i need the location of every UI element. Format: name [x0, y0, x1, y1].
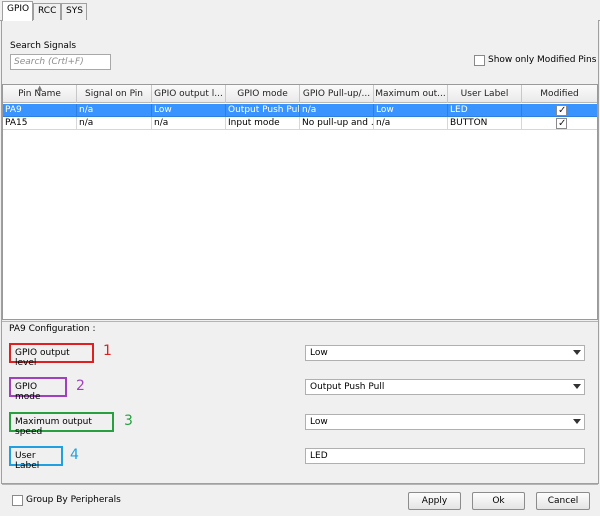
cell-signal: n/a	[77, 104, 152, 117]
dropdown-arrow-icon	[573, 419, 581, 424]
gpio-output-level-select[interactable]: Low	[305, 345, 585, 361]
cell-pull: n/a	[300, 104, 374, 117]
col-gpio-output-level[interactable]: GPIO output l...	[152, 85, 226, 103]
gpio-mode-label: GPIO mode	[9, 377, 67, 402]
cell-speed: n/a	[374, 117, 448, 130]
modified-checkbox[interactable]	[556, 117, 567, 129]
show-modified-label: Show only Modified Pins	[488, 55, 597, 65]
search-label: Search Signals	[10, 41, 77, 51]
show-modified-checkbox[interactable]	[474, 55, 485, 66]
cell-signal: n/a	[77, 117, 152, 130]
table-row[interactable]: PA9 n/a Low Output Push Pull n/a Low LED	[3, 104, 597, 117]
cell-modified	[522, 104, 597, 117]
cell-pin: PA9	[3, 104, 77, 117]
annotation-number-4: 4	[70, 447, 79, 463]
col-gpio-pull[interactable]: GPIO Pull-up/...	[300, 85, 374, 103]
search-input[interactable]: Search (Crtl+F)	[10, 54, 111, 70]
col-max-output-speed[interactable]: Maximum out...	[374, 85, 448, 103]
annotation-number-2: 2	[76, 378, 85, 394]
col-gpio-mode[interactable]: GPIO mode	[226, 85, 300, 103]
config-title: PA9 Configuration :	[9, 324, 96, 334]
tab-rcc[interactable]: RCC	[33, 3, 61, 20]
cell-output-level: Low	[152, 104, 226, 117]
ok-button[interactable]: Ok	[472, 492, 525, 510]
tab-label: RCC	[38, 6, 57, 16]
user-label-input[interactable]: LED	[305, 448, 585, 464]
cancel-button[interactable]: Cancel	[536, 492, 590, 510]
modified-checkbox[interactable]	[556, 104, 567, 116]
cell-pull: No pull-up and ...	[300, 117, 374, 130]
tab-label: SYS	[66, 6, 83, 16]
cell-modified	[522, 117, 597, 130]
signals-table[interactable]: Pin Name Signal on Pin GPIO output l... …	[2, 84, 598, 320]
table-row[interactable]: PA15 n/a n/a Input mode No pull-up and .…	[3, 117, 597, 130]
gpio-mode-select[interactable]: Output Push Pull	[305, 379, 585, 395]
cell-speed: Low	[374, 104, 448, 117]
footer-divider	[2, 484, 598, 485]
dropdown-arrow-icon	[573, 350, 581, 355]
max-output-speed-label: Maximum output speed	[9, 412, 114, 437]
col-user-label[interactable]: User Label	[448, 85, 522, 103]
annotation-number-1: 1	[103, 343, 112, 359]
tab-gpio[interactable]: GPIO	[2, 1, 33, 21]
col-modified[interactable]: Modified	[522, 85, 597, 103]
cell-mode: Output Push Pull	[226, 104, 300, 117]
tab-sys[interactable]: SYS	[61, 3, 87, 20]
cell-pin: PA15	[3, 117, 77, 130]
col-signal-on-pin[interactable]: Signal on Pin	[77, 85, 152, 103]
cell-output-level: n/a	[152, 117, 226, 130]
group-by-peripherals-label: Group By Peripherals	[26, 495, 121, 505]
config-divider	[2, 321, 598, 322]
user-label-label: User Label	[9, 446, 63, 471]
cell-user-label: LED	[448, 104, 522, 117]
sort-arrow-icon: ▲	[37, 84, 43, 92]
dropdown-arrow-icon	[573, 384, 581, 389]
table-header: Pin Name Signal on Pin GPIO output l... …	[3, 84, 597, 103]
max-output-speed-select[interactable]: Low	[305, 414, 585, 430]
annotation-number-3: 3	[124, 413, 133, 429]
cell-mode: Input mode	[226, 117, 300, 130]
gpio-output-level-label: GPIO output level	[9, 343, 94, 368]
group-by-peripherals-checkbox[interactable]	[12, 495, 23, 506]
cell-user-label: BUTTON	[448, 117, 522, 130]
tab-label: GPIO	[7, 4, 30, 14]
apply-button[interactable]: Apply	[408, 492, 461, 510]
